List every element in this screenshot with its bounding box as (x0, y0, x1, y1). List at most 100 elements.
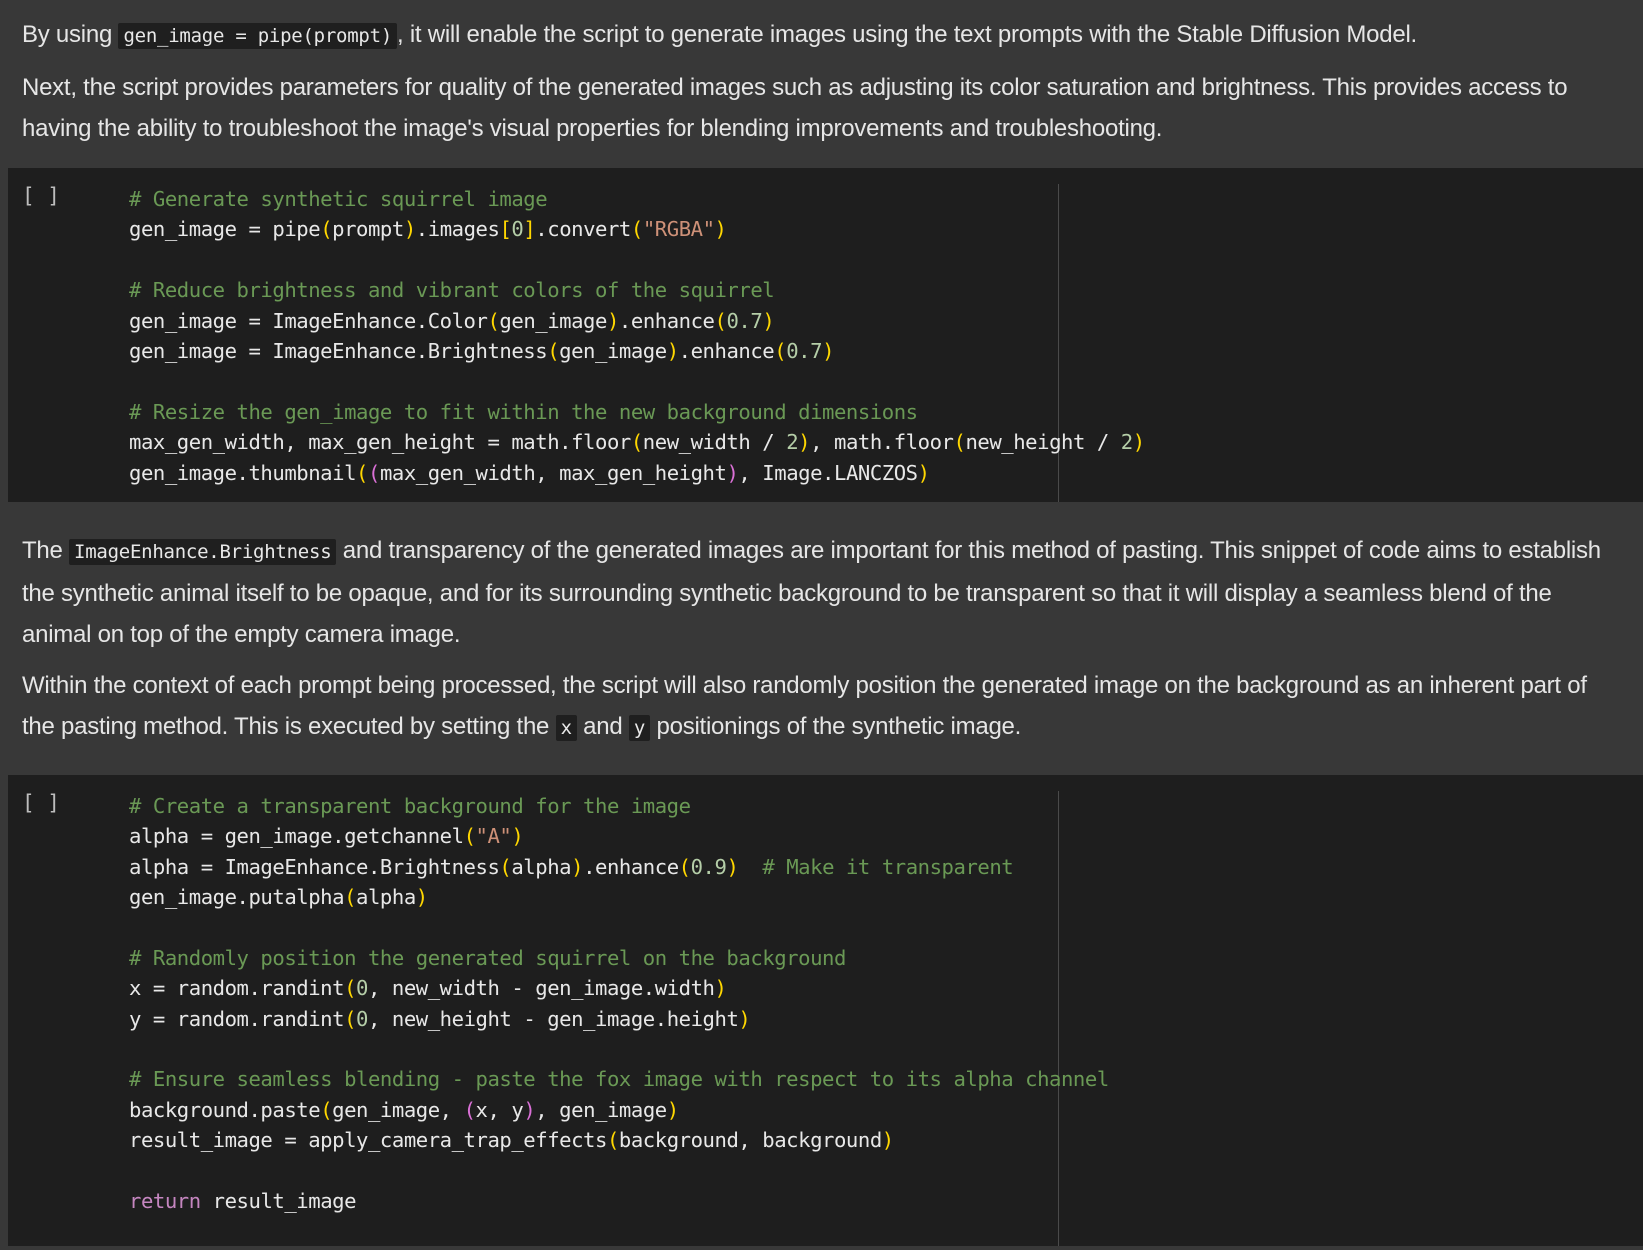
code-token: # Make it transparent (762, 854, 1014, 879)
code-cell-2[interactable]: [ ] # Create a transparent background fo… (8, 774, 1643, 1247)
code-token: 0 (356, 1006, 368, 1031)
code-token: ) (1132, 430, 1145, 455)
code-token: 0 (356, 976, 368, 1001)
code-token: ] (523, 217, 536, 242)
code-token: ( (367, 460, 380, 485)
code-token: ) (714, 976, 727, 1001)
code-token: ( (678, 854, 691, 879)
code-token: ( (630, 430, 643, 455)
code-line: max_gen_width, max_gen_height = math.flo… (8, 427, 1643, 457)
code-token: , new_height - gen_image.height (367, 1006, 739, 1031)
code-token: ) (571, 854, 584, 879)
intro-paragraph-1: By using gen_image = pipe(prompt), it wi… (22, 14, 1621, 57)
code-token: ( (344, 976, 357, 1001)
code-token: alpha = ImageEnhance.Brightness (129, 854, 500, 879)
code-token: ( (344, 885, 357, 910)
code-line: return result_image (8, 1186, 1643, 1216)
code-line: y = random.randint(0, new_height - gen_i… (8, 1004, 1643, 1034)
code-token: ) (798, 430, 811, 455)
notebook: By using gen_image = pipe(prompt), it wi… (0, 0, 1643, 1247)
code-token: ( (320, 1097, 333, 1122)
code-token: gen_image.putalpha (129, 885, 345, 910)
blank-code-line (8, 366, 1643, 396)
code-line: gen_image = ImageEnhance.Color(gen_image… (8, 306, 1643, 336)
code-token: 2 (786, 430, 799, 455)
code-line: gen_image.thumbnail((max_gen_width, max_… (8, 458, 1643, 488)
code-token: ( (344, 1006, 357, 1031)
code-token: ) (726, 854, 739, 879)
code-line: # Generate synthetic squirrel image (8, 184, 1643, 214)
text-cell-intro[interactable]: By using gen_image = pipe(prompt), it wi… (0, 0, 1643, 149)
text-span: By using (22, 21, 119, 48)
code-token: x, y (475, 1097, 524, 1122)
middle-paragraph-1: The ImageEnhance.Brightness and transpar… (22, 530, 1621, 655)
code-token: ( (463, 824, 476, 849)
code-token: ( (463, 1097, 476, 1122)
code-token: ) (415, 885, 428, 910)
code-token: "RGBA" (642, 217, 715, 242)
code-token: , Image.LANCZOS (738, 460, 918, 485)
code-token: ) (714, 217, 727, 242)
code-token: gen_image (559, 338, 667, 363)
code-token: # Randomly position the generated squirr… (129, 945, 846, 970)
code-token: # Create a transparent background for th… (129, 793, 691, 818)
code-token: ) (666, 1097, 679, 1122)
code-line: # Ensure seamless blending - paste the f… (8, 1064, 1643, 1094)
code-token: ( (953, 430, 966, 455)
code-token: alpha = gen_image.getchannel (129, 824, 464, 849)
code-token: ( (630, 217, 643, 242)
code-token: ( (499, 854, 512, 879)
code-line: x = random.randint(0, new_width - gen_im… (8, 973, 1643, 1003)
code-token: gen_image = pipe (129, 217, 321, 242)
code-line: gen_image.putalpha(alpha) (8, 882, 1643, 912)
code-token: ) (666, 338, 679, 363)
code-token: # Ensure seamless blending - paste the f… (129, 1067, 1109, 1092)
code-token: x = random.randint (129, 976, 345, 1001)
code-line: # Reduce brightness and vibrant colors o… (8, 275, 1643, 305)
code-token: "A" (475, 824, 512, 849)
code-token: # Reduce brightness and vibrant colors o… (129, 278, 775, 303)
code-token: .images (415, 217, 500, 242)
inline-code-x: x (555, 714, 577, 741)
code-token: ) (726, 460, 739, 485)
code-token: 0.9 (690, 854, 727, 879)
code-cell-1[interactable]: [ ] # Generate synthetic squirrel image g… (8, 168, 1643, 502)
blank-code-line (8, 1156, 1643, 1186)
code-token: .enhance (618, 308, 715, 333)
code-token: ) (606, 308, 619, 333)
code-editor[interactable]: # Create a transparent background for th… (8, 791, 1643, 1216)
code-token: ) (523, 1097, 536, 1122)
code-token: 0 (511, 217, 524, 242)
code-token: gen_image.thumbnail (129, 460, 357, 485)
code-token: 0.7 (726, 308, 763, 333)
code-token: ) (738, 1006, 751, 1031)
text-span: The (22, 536, 70, 564)
code-token: ) (822, 338, 835, 363)
code-token: ) (762, 308, 775, 333)
text-cell-middle[interactable]: The ImageEnhance.Brightness and transpar… (0, 502, 1643, 749)
code-token: prompt (332, 217, 404, 242)
code-token: # Resize the gen_image to fit within the… (129, 399, 918, 424)
text-span: positionings of the synthetic image. (650, 712, 1022, 740)
text-span: and (576, 712, 629, 740)
code-token: ( (774, 338, 787, 363)
code-token: new_height / (965, 430, 1121, 455)
intro-paragraph-2: Next, the script provides parameters for… (22, 74, 1568, 142)
code-token: max_gen_width, max_gen_height = math.flo… (129, 430, 631, 455)
code-line: # Randomly position the generated squirr… (8, 943, 1643, 973)
code-token: , new_width - gen_image.width (367, 976, 715, 1001)
code-token: [ (499, 217, 512, 242)
code-line: alpha = ImageEnhance.Brightness(alpha).e… (8, 852, 1643, 882)
code-token: ( (356, 460, 368, 485)
code-token: y = random.randint (129, 1006, 345, 1031)
code-token: gen_image = ImageEnhance.Color (129, 308, 488, 333)
code-editor[interactable]: # Generate synthetic squirrel image gen_i… (8, 184, 1643, 488)
code-token: result_image = apply_camera_trap_effects (129, 1128, 607, 1153)
code-token: .enhance (583, 854, 679, 879)
blank-code-line (8, 912, 1643, 942)
text-span: , it will enable the script to generate … (397, 21, 1417, 48)
code-token: max_gen_width, max_gen_height (379, 460, 727, 485)
code-line: # Create a transparent background for th… (8, 791, 1643, 821)
code-token: ( (320, 217, 333, 242)
code-token: gen_image (499, 308, 607, 333)
